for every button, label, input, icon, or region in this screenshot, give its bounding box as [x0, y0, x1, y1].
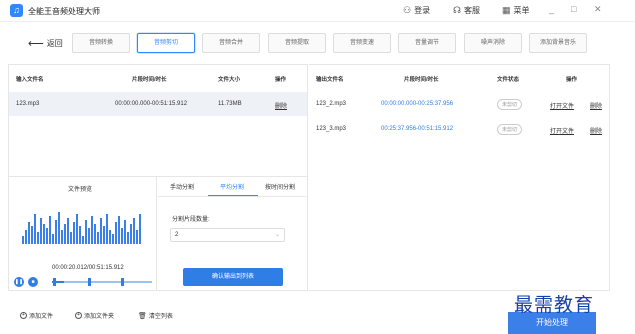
col-input-time: 片段时间/时长: [132, 77, 167, 83]
tab-noise[interactable]: 噪声消除: [464, 33, 522, 53]
clear-list-label: 清空列表: [148, 314, 173, 320]
open-file-link[interactable]: 打开文件: [550, 101, 574, 110]
login-button[interactable]: ⚇ 登录: [403, 5, 430, 16]
range-end-handle[interactable]: [121, 278, 124, 286]
col-output-name: 输出文件名: [316, 77, 344, 83]
tab-audio-merge[interactable]: 音频合并: [202, 33, 260, 53]
add-folder-button[interactable]: + 添加文件夹: [75, 311, 114, 320]
watermark: 最需教育: [514, 294, 595, 316]
range-start-handle[interactable]: [53, 278, 56, 286]
trash-icon: 🗑: [138, 312, 147, 320]
input-file-size: 11.73MB: [218, 101, 242, 107]
playhead-handle[interactable]: [88, 278, 91, 286]
col-input-size: 文件大小: [218, 77, 241, 83]
restore-button[interactable]: □: [571, 4, 576, 14]
chevron-down-icon: ⌄: [274, 232, 280, 238]
menu-label: 菜单: [513, 6, 530, 15]
service-button[interactable]: ☊ 客服: [453, 5, 480, 16]
divider: [158, 196, 308, 197]
add-file-label: 添加文件: [29, 314, 54, 320]
segment-count-value: 2: [175, 232, 179, 238]
tab-audio-extract[interactable]: 音频提取: [268, 33, 326, 53]
col-output-time: 片段时间/时长: [404, 77, 439, 83]
app-logo-icon: ♫: [10, 4, 23, 17]
output-file-name: 123_2.mp3: [316, 101, 347, 107]
add-file-button[interactable]: + 添加文件: [20, 311, 53, 320]
tab-bgm[interactable]: 添加背景音乐: [529, 33, 587, 53]
status-badge: 未剪切: [497, 99, 523, 110]
col-input-op: 操作: [275, 77, 287, 83]
tab-volume[interactable]: 音量调节: [398, 33, 456, 53]
output-file-name: 123_3.mp3: [316, 126, 347, 132]
tab-audio-speed[interactable]: 音频变速: [333, 33, 391, 53]
tab-time-split[interactable]: 按时间分割: [265, 182, 295, 191]
confirm-output-button[interactable]: 确认输出到列表: [183, 268, 283, 286]
open-file-link[interactable]: 打开文件: [550, 126, 574, 135]
output-delete-link[interactable]: 删除: [590, 101, 602, 110]
back-button[interactable]: ⟵ 返回: [28, 38, 63, 49]
active-tab-indicator: [208, 195, 258, 196]
output-panel: [309, 64, 610, 291]
output-file-time: 00:25:37.956-00:51:15.912: [381, 126, 454, 132]
input-file-name: 123.mp3: [16, 101, 40, 107]
col-input-name: 输入文件名: [16, 77, 44, 83]
status-badge: 未剪切: [497, 124, 523, 135]
waveform-icon: [22, 212, 141, 244]
col-output-status: 文件状态: [497, 77, 520, 83]
input-file-time: 00:00:00.000-00:51:15.912: [115, 101, 188, 107]
headset-icon: ☊: [453, 5, 461, 15]
plus-circle-icon: +: [20, 312, 27, 319]
output-delete-link[interactable]: 删除: [590, 126, 602, 135]
segment-count-select[interactable]: 2 ⌄: [170, 228, 285, 242]
playback-time: 00:00:20.012/00:51:15.912: [52, 265, 124, 271]
back-label: 返回: [46, 39, 63, 48]
plus-circle-icon: +: [75, 312, 82, 319]
preview-title: 文件预览: [68, 187, 93, 193]
col-output-op: 操作: [566, 77, 578, 83]
tab-audio-convert[interactable]: 音频转换: [72, 33, 130, 53]
output-file-time: 00:00:00.000-00:25:37.956: [381, 101, 454, 107]
tab-manual-split[interactable]: 手动分割: [170, 182, 194, 191]
tab-audio-cut[interactable]: 音频剪切: [137, 33, 195, 53]
input-delete-link[interactable]: 删除: [275, 101, 287, 110]
segment-count-label: 分割片段数量:: [172, 217, 210, 223]
minimize-button[interactable]: _: [549, 4, 554, 14]
pause-button[interactable]: ❚❚: [14, 277, 24, 287]
stop-button[interactable]: ■: [28, 277, 38, 287]
user-icon: ⚇: [403, 5, 412, 15]
app-title: 全能王音频处理大师: [28, 7, 100, 16]
clear-list-button[interactable]: 🗑 清空列表: [138, 311, 173, 321]
tab-average-split[interactable]: 平均分割: [220, 182, 244, 191]
grid-icon: ▦: [502, 5, 511, 15]
progress-track[interactable]: [52, 281, 152, 283]
arrow-left-icon: ⟵: [28, 37, 44, 50]
service-label: 客服: [464, 6, 480, 15]
menu-button[interactable]: ▦ 菜单: [502, 5, 530, 16]
add-folder-label: 添加文件夹: [84, 314, 115, 320]
close-button[interactable]: ✕: [594, 4, 602, 15]
login-label: 登录: [414, 6, 431, 15]
